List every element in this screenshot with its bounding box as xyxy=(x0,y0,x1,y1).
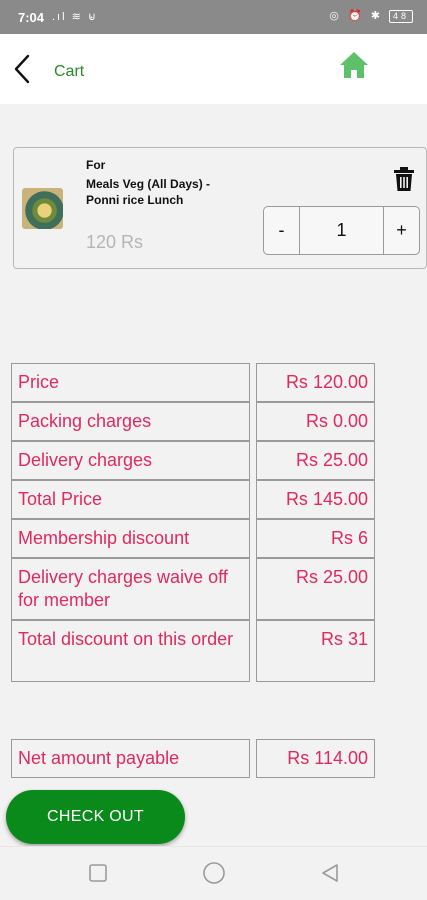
price-value: Rs 120.00 xyxy=(256,363,375,402)
packing-charges-value: Rs 0.00 xyxy=(256,402,375,441)
status-time: 7:04 xyxy=(18,10,45,25)
increase-quantity-button[interactable]: + xyxy=(383,207,419,254)
packing-charges-label: Packing charges xyxy=(11,402,250,441)
chevron-left-icon xyxy=(14,54,30,84)
home-nav-button[interactable] xyxy=(202,861,226,885)
back-nav-button[interactable] xyxy=(320,863,340,883)
net-amount-label: Net amount payable xyxy=(11,739,250,778)
status-bar: 7:04 .ıl ≋ ⊌ ◎ ⏰ ✱ 48 xyxy=(0,0,427,34)
membership-discount-value: Rs 6 xyxy=(256,519,375,558)
item-name: Meals Veg (All Days) - Ponni rice Lunch xyxy=(86,177,211,207)
item-for-label: For xyxy=(86,158,106,172)
quantity-value: 1 xyxy=(336,220,347,240)
delivery-waive-label: Delivery charges waive off for member xyxy=(11,558,250,620)
home-button[interactable] xyxy=(338,50,370,80)
total-price-value: Rs 145.00 xyxy=(256,480,375,519)
signal-wifi-icons: .ıl ≋ ⊌ xyxy=(52,11,98,23)
delivery-waive-value: Rs 25.00 xyxy=(256,558,375,620)
total-price-label: Total Price xyxy=(11,480,250,519)
delivery-charges-label: Delivery charges xyxy=(11,441,250,480)
item-price: 120 Rs xyxy=(86,232,144,252)
checkout-button[interactable]: CHECK OUT xyxy=(6,790,185,844)
delete-item-button[interactable] xyxy=(392,166,416,192)
clock-icon: ⏰ xyxy=(347,10,365,22)
quantity-stepper: - 1 + xyxy=(263,206,420,255)
battery-icon: 48 xyxy=(388,10,413,23)
price-label: Price xyxy=(11,363,250,402)
recents-button[interactable] xyxy=(88,863,108,883)
decrease-quantity-button[interactable]: - xyxy=(264,207,300,254)
membership-discount-label: Membership discount xyxy=(11,519,250,558)
delivery-charges-value: Rs 25.00 xyxy=(256,441,375,480)
total-discount-label: Total discount on this order xyxy=(11,620,250,682)
trash-icon xyxy=(394,167,414,191)
app-bar: Cart xyxy=(0,34,427,104)
cart-item-card: For Meals Veg (All Days) - Ponni rice Lu… xyxy=(13,147,427,269)
total-discount-value: Rs 31 xyxy=(256,620,375,682)
alarm-icon: ◎ xyxy=(329,10,342,22)
home-icon xyxy=(340,52,368,78)
status-right-icons: ◎ ⏰ ✱ 48 xyxy=(329,9,413,23)
item-image xyxy=(22,188,63,229)
page-title: Cart xyxy=(54,63,85,80)
bluetooth-icon: ✱ xyxy=(370,10,383,22)
system-nav-bar xyxy=(0,846,427,900)
back-button[interactable] xyxy=(10,52,38,86)
net-amount-value: Rs 114.00 xyxy=(256,739,375,778)
